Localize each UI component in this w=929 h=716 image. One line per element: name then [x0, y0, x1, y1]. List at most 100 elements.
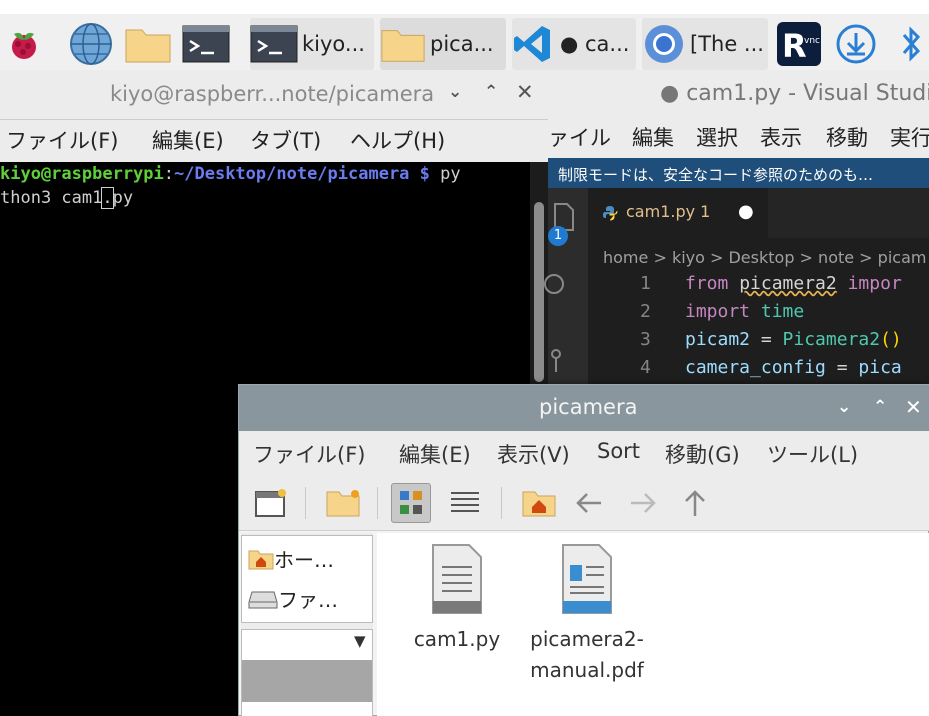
new-folder-icon	[326, 490, 360, 517]
menu-edit[interactable]: 編集(E)	[152, 125, 224, 155]
breadcrumb[interactable]: home > kiyo > Desktop > note > picam	[603, 248, 929, 267]
minimize-icon[interactable]: ⌄	[448, 82, 462, 102]
toolbar-separator	[377, 487, 378, 519]
tree-selected-row[interactable]	[242, 660, 372, 702]
prompt-separator: :	[163, 164, 175, 184]
place-filesystem[interactable]: ファ…	[248, 584, 338, 613]
menu-sort[interactable]: Sort	[597, 439, 640, 463]
menu-file[interactable]: ァイル	[548, 122, 611, 152]
home-button[interactable]	[519, 483, 559, 523]
taskbar-window-label: ● ca...	[560, 32, 630, 56]
raspberry-menu-button[interactable]	[4, 18, 48, 70]
line-number: 2	[640, 301, 651, 322]
command-text: py	[112, 188, 134, 208]
browser-button[interactable]	[68, 18, 118, 70]
menu-view[interactable]: 表示(V)	[497, 439, 570, 469]
command-text: py	[429, 164, 461, 184]
tree-dropdown-arrow-icon[interactable]: ▼	[354, 632, 366, 650]
activity-bar: 1	[544, 188, 588, 390]
line-number: 3	[640, 329, 651, 350]
menu-run[interactable]: 実行	[890, 122, 929, 152]
taskbar-window-label: [The ...	[690, 32, 764, 56]
svg-text:vnc: vnc	[804, 36, 820, 46]
terminal-titlebar[interactable]: kiyo@raspberr...note/picamera ⌄ ⌃ ✕	[0, 70, 548, 120]
tab-cam1-py[interactable]: cam1.py 1 ●	[588, 188, 768, 238]
file-name: picamera2-	[530, 627, 644, 651]
places-list: ホー… ファ…	[241, 535, 373, 623]
code-line[interactable]: 3 picam2 = Picamera2()	[588, 329, 929, 357]
terminal-line: kiyo@raspberrypi:~/Desktop/note/picamera…	[0, 162, 530, 186]
taskbar-window-picamera[interactable]: pica...	[380, 18, 506, 70]
unsaved-dot-icon[interactable]: ●	[738, 201, 754, 222]
close-icon[interactable]: ✕	[516, 80, 534, 104]
code-text: import time	[685, 301, 805, 322]
icon-view-icon	[400, 491, 422, 514]
drive-icon	[248, 591, 278, 609]
home-folder-icon	[248, 550, 274, 570]
back-button[interactable]	[569, 483, 609, 523]
command-text: thon3 cam1	[0, 188, 103, 208]
taskbar-window-chromium[interactable]: [The ...	[642, 18, 768, 70]
menu-file[interactable]: ファイル(F)	[6, 125, 118, 155]
file-item[interactable]: picamera2- manual.pdf	[517, 543, 657, 686]
menu-go[interactable]: 移動	[826, 122, 868, 152]
menu-selection[interactable]: 選択	[696, 122, 738, 152]
folder-icon	[125, 29, 171, 63]
forward-button[interactable]	[623, 483, 663, 523]
file-item[interactable]: cam1.py	[397, 543, 517, 655]
home-folder-icon	[522, 491, 556, 517]
vscode-icon	[514, 26, 550, 62]
source-control-icon[interactable]	[548, 344, 574, 374]
file-manager-titlebar[interactable]: picamera ⌄ ⌃ ✕	[239, 385, 929, 431]
restricted-mode-banner[interactable]: 制限モードは、安全なコード参照のためのも…	[548, 158, 929, 188]
terminal-icon	[250, 25, 298, 63]
new-folder-button[interactable]	[323, 483, 363, 523]
terminal-line: thon3 cam1.py	[0, 186, 530, 210]
up-button[interactable]	[675, 483, 715, 523]
menu-go[interactable]: 移動(G)	[665, 439, 740, 469]
maximize-icon[interactable]: ⌃	[484, 82, 498, 102]
search-icon[interactable]	[542, 270, 572, 300]
maximize-icon[interactable]: ⌃	[873, 397, 887, 417]
place-home[interactable]: ホー…	[248, 544, 334, 573]
icon-view-button[interactable]	[391, 483, 431, 523]
code-line[interactable]: 4 camera_config = pica	[588, 357, 929, 385]
taskbar-window-vscode[interactable]: ● ca...	[512, 18, 636, 70]
file-view[interactable]: cam1.py picamera2- manual.pdf	[377, 533, 929, 716]
menu-view[interactable]: 表示	[760, 122, 802, 152]
code-line[interactable]: 2 import time	[588, 301, 929, 329]
download-tray-button[interactable]	[834, 18, 884, 70]
file-manager-window: picamera ⌄ ⌃ ✕ ファイル(F) 編集(E) 表示(V) Sort …	[238, 384, 929, 716]
minimize-icon[interactable]: ⌄	[837, 397, 851, 417]
prompt-user: kiyo@raspberrypi	[0, 164, 164, 184]
terminal-button[interactable]	[182, 18, 234, 70]
toolbar-separator	[305, 487, 306, 519]
new-window-button[interactable]	[251, 483, 291, 523]
directory-tree[interactable]: ▼	[241, 629, 373, 716]
file-manager-button[interactable]	[124, 18, 176, 70]
code-line[interactable]: 1 from picamera2 impor	[588, 273, 929, 301]
place-label: ファ…	[278, 588, 338, 612]
menu-edit[interactable]: 編集(E)	[399, 439, 471, 469]
bluetooth-tray-button[interactable]	[898, 18, 929, 70]
menu-tabs[interactable]: タブ(T)	[250, 125, 321, 155]
menu-edit[interactable]: 編集	[632, 122, 674, 152]
side-pane: ホー… ファ… ▼	[241, 533, 373, 716]
close-icon[interactable]: ✕	[905, 395, 922, 419]
place-label: ホー…	[274, 548, 334, 572]
globe-icon	[70, 23, 112, 65]
raspberry-icon	[12, 32, 36, 59]
taskbar-window-label: pica...	[430, 32, 494, 56]
menu-tools[interactable]: ツール(L)	[767, 439, 858, 469]
new-window-icon	[255, 489, 286, 517]
list-view-button[interactable]	[445, 483, 485, 523]
menu-file[interactable]: ファイル(F)	[253, 439, 365, 469]
file-manager-title: picamera	[539, 395, 638, 419]
menu-help[interactable]: ヘルプ(H)	[350, 125, 445, 155]
vnc-tray-button[interactable]: Rvnc	[776, 18, 828, 70]
taskbar: kiyo... pica... ● ca... [The ... Rvnc	[0, 0, 929, 70]
vscode-titlebar[interactable]: ● cam1.py - Visual Studio	[548, 70, 929, 118]
vscode-title: ● cam1.py - Visual Studio	[660, 81, 929, 106]
terminal-menubar: ファイル(F) 編集(E) タブ(T) ヘルプ(H)	[0, 120, 548, 162]
taskbar-window-terminal[interactable]: kiyo...	[250, 18, 374, 70]
